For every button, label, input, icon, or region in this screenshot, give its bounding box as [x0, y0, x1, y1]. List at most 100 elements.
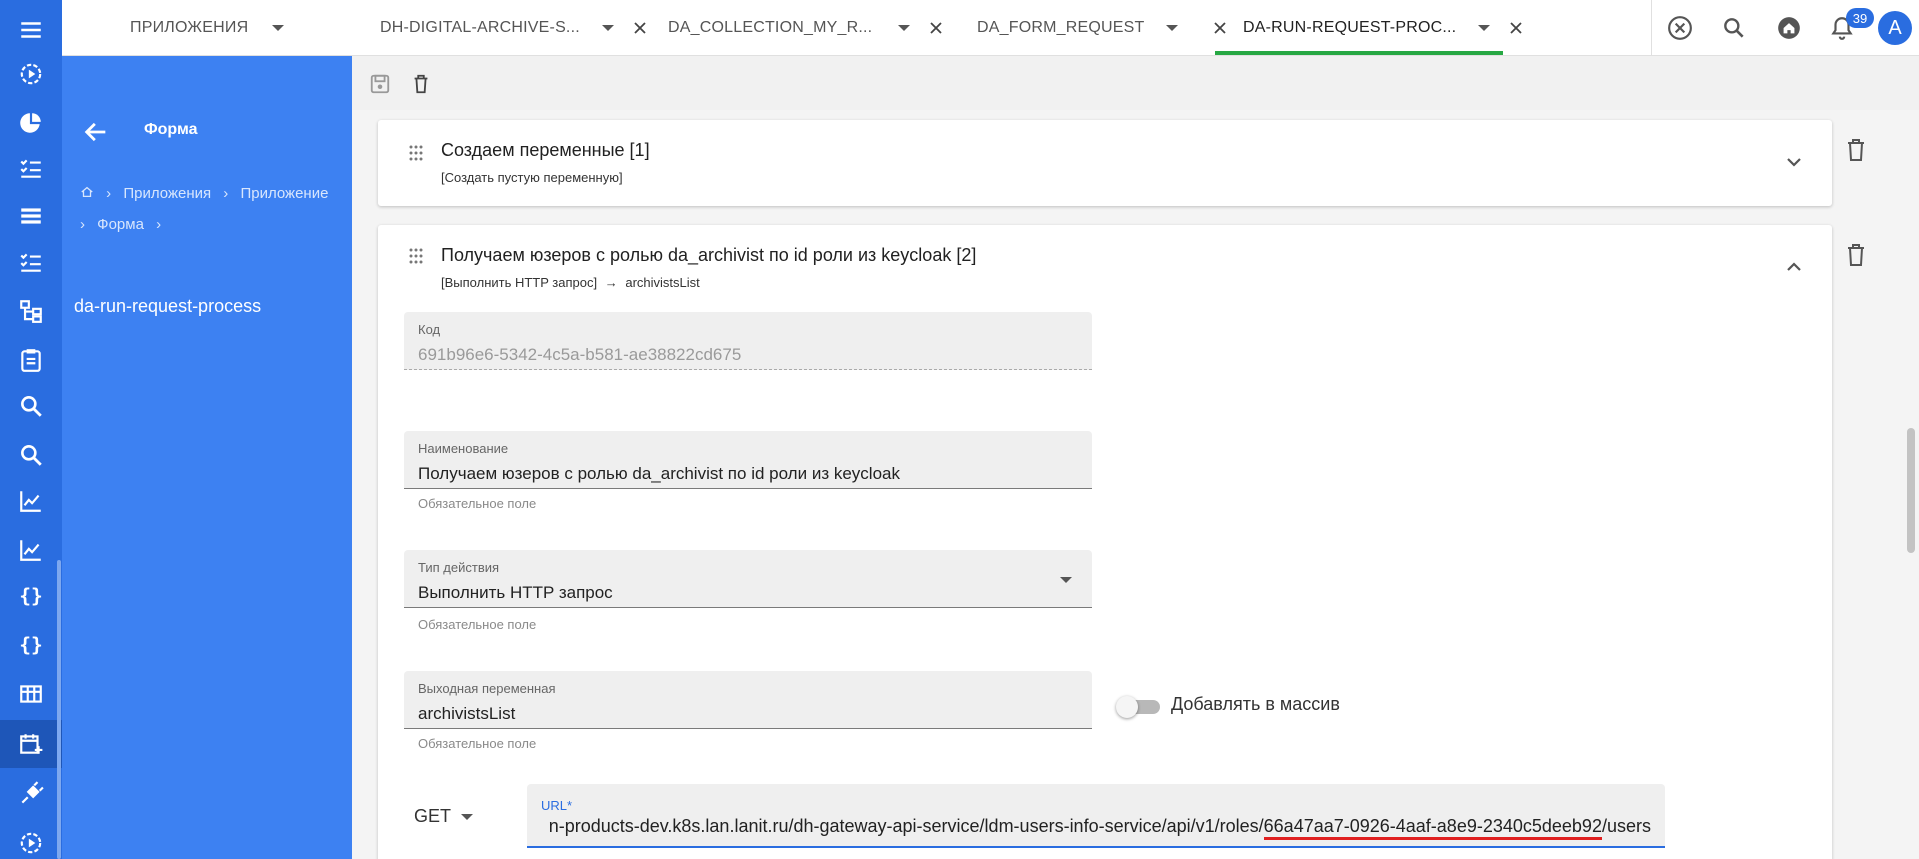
delete-icon[interactable]	[407, 70, 435, 98]
back-arrow-icon[interactable]	[82, 118, 112, 148]
process-run-icon[interactable]	[0, 50, 62, 98]
chevron-down-icon[interactable]	[1060, 577, 1072, 583]
home-icon[interactable]	[1771, 10, 1807, 46]
action-type-label: Тип действия	[418, 560, 500, 575]
chevron-right-icon: ›	[223, 185, 229, 202]
url-suffix: /users	[1601, 816, 1651, 836]
step-card[interactable]: Создаем переменные [1] [Создать пустую п…	[378, 120, 1832, 206]
home-icon[interactable]	[80, 185, 94, 202]
step-subtitle: [Создать пустую переменную]	[441, 170, 623, 185]
url-input[interactable]: URL* n-products-dev.k8s.lan.lanit.ru/dh-…	[527, 784, 1665, 848]
tree-icon[interactable]	[0, 287, 62, 335]
delete-step-icon[interactable]	[1845, 243, 1869, 269]
step-action: [Выполнить HTTP запрос]	[441, 275, 598, 290]
drag-handle-icon[interactable]	[408, 247, 424, 265]
nav-rail: {} {}	[0, 0, 62, 859]
chart-edit-icon[interactable]	[0, 477, 62, 525]
search-icon[interactable]	[1716, 10, 1752, 46]
process-name: da-run-request-process	[74, 296, 262, 316]
breadcrumb-form[interactable]: Форма	[97, 216, 144, 233]
checklist-icon[interactable]	[0, 144, 62, 192]
chevron-up-icon[interactable]	[1782, 255, 1806, 279]
tab-run-request-process[interactable]: DA-RUN-REQUEST-PROC...	[1243, 0, 1524, 56]
process-run-2-icon[interactable]	[0, 819, 62, 859]
search-icon[interactable]	[0, 382, 62, 430]
name-input[interactable]: Наименование Получаем юзеров с ролью da_…	[404, 431, 1092, 489]
arrow-right-icon: →	[604, 275, 618, 290]
name-label: Наименование	[418, 441, 509, 456]
code-field: Код 691b96e6-5342-4c5a-b581-ae38822cd675	[404, 312, 1092, 370]
output-variable-input[interactable]: Выходная переменная archivistsList	[404, 671, 1092, 729]
pie-chart-icon[interactable]	[0, 99, 62, 147]
menu-icon[interactable]	[0, 6, 62, 54]
svg-text:{}: {}	[19, 585, 42, 608]
http-method-value: GET	[414, 806, 452, 826]
breadcrumb-applications[interactable]: Приложения	[123, 185, 211, 202]
step-subtitle: [Выполнить HTTP запрос] → archivistsList	[441, 275, 700, 290]
action-type-select[interactable]: Тип действия Выполнить HTTP запрос	[404, 550, 1092, 608]
step-title: Получаем юзеров с ролью da_archivist по …	[441, 245, 977, 265]
close-icon[interactable]	[632, 20, 648, 36]
chevron-down-icon[interactable]	[461, 813, 474, 820]
tab-label: ПРИЛОЖЕНИЯ	[130, 19, 249, 36]
tab-label: DA-RUN-REQUEST-PROC...	[1243, 19, 1457, 36]
tab-form-request[interactable]: DA_FORM_REQUEST	[977, 0, 1228, 56]
close-icon[interactable]	[1508, 20, 1524, 36]
chevron-down-icon[interactable]	[272, 25, 285, 31]
notifications-badge: 39	[1846, 8, 1874, 28]
close-icon[interactable]	[928, 20, 944, 36]
tab-applications[interactable]: ПРИЛОЖЕНИЯ	[130, 0, 285, 56]
chevron-right-icon: ›	[156, 216, 162, 233]
toggle-knob	[1116, 696, 1138, 718]
add-to-array-toggle[interactable]	[1116, 696, 1162, 718]
code-braces-icon[interactable]: {}	[0, 572, 62, 620]
chevron-down-icon[interactable]	[898, 25, 911, 31]
breadcrumb: › Приложения › Приложение › Форма ›	[80, 178, 350, 240]
url-prefix: n-products-dev.k8s.lan.lanit.ru/dh-gatew…	[548, 816, 1264, 836]
tab-bar: ПРИЛОЖЕНИЯ DH-DIGITAL-ARCHIVE-S... DA_CO…	[62, 0, 1651, 56]
search-2-icon[interactable]	[0, 431, 62, 479]
url-label: URL*	[541, 798, 573, 813]
chart-edit-2-icon[interactable]	[0, 526, 62, 574]
action-type-hint: Обязательное поле	[418, 617, 537, 632]
side-panel: Форма › Приложения › Приложение › Форма …	[62, 56, 352, 859]
toolbar	[352, 56, 1919, 110]
tab-digital-archive[interactable]: DH-DIGITAL-ARCHIVE-S...	[380, 0, 648, 56]
step-target: archivistsList	[625, 275, 700, 290]
code-braces-2-icon[interactable]: {}	[0, 621, 62, 669]
checklist-2-icon[interactable]	[0, 238, 62, 286]
save-icon[interactable]	[366, 70, 394, 98]
main-scrollbar[interactable]	[1907, 428, 1915, 553]
name-value: Получаем юзеров с ролью da_archivist по …	[418, 464, 900, 483]
chevron-down-icon[interactable]	[1166, 25, 1179, 31]
table-icon[interactable]	[0, 670, 62, 718]
list-icon[interactable]	[0, 192, 62, 240]
chevron-right-icon: ›	[106, 185, 112, 202]
active-tab-indicator	[1215, 51, 1503, 55]
close-all-icon[interactable]	[1662, 10, 1698, 46]
url-value: n-products-dev.k8s.lan.lanit.ru/dh-gatew…	[548, 816, 1651, 840]
rail-scrollbar[interactable]	[57, 560, 61, 859]
svg-text:{}: {}	[19, 634, 42, 657]
avatar[interactable]: A	[1878, 11, 1912, 45]
breadcrumb-application[interactable]: Приложение	[240, 185, 328, 202]
chevron-down-icon[interactable]	[1478, 25, 1491, 31]
delete-step-icon[interactable]	[1845, 138, 1869, 164]
output-variable-label: Выходная переменная	[418, 681, 556, 696]
code-label: Код	[418, 322, 441, 337]
tab-collection[interactable]: DA_COLLECTION_MY_R...	[668, 0, 944, 56]
drag-handle-icon[interactable]	[408, 144, 424, 162]
http-method-select[interactable]: GET	[414, 806, 474, 827]
chevron-down-icon[interactable]	[1782, 150, 1806, 174]
calendar-add-icon[interactable]	[0, 720, 62, 768]
clipboard-icon[interactable]	[0, 336, 62, 384]
output-variable-hint: Обязательное поле	[418, 736, 537, 751]
close-icon[interactable]	[1212, 20, 1228, 36]
action-type-value: Выполнить HTTP запрос	[418, 583, 613, 602]
tab-label: DH-DIGITAL-ARCHIVE-S...	[380, 19, 580, 36]
output-variable-value: archivistsList	[418, 704, 516, 723]
chevron-down-icon[interactable]	[601, 25, 614, 31]
name-hint: Обязательное поле	[418, 496, 537, 511]
step-title: Создаем переменные [1]	[441, 140, 650, 160]
plug-icon[interactable]	[0, 770, 62, 818]
